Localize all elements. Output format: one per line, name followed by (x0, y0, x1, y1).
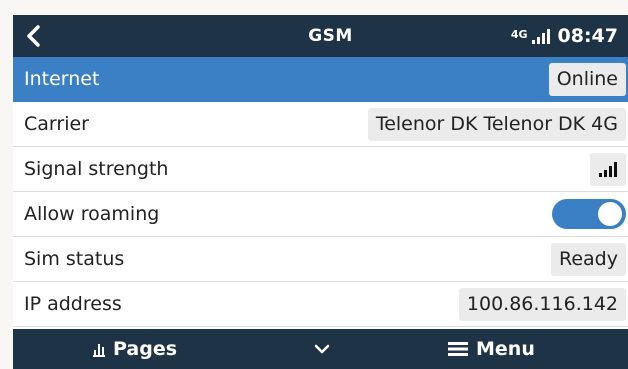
scroll-down-button[interactable] (313, 329, 331, 369)
row-label: Signal strength (24, 158, 169, 180)
device-screen: GSM 4G 08:47 Internet Online Carrier Tel… (13, 15, 628, 369)
row-allow-roaming[interactable]: Allow roaming (13, 192, 628, 237)
chevron-down-icon (314, 344, 330, 354)
signal-bars-icon (531, 28, 550, 44)
row-sim-status[interactable]: Sim status Ready (13, 237, 628, 282)
network-status: 4G 08:47 (511, 15, 618, 57)
status-bar: GSM 4G 08:47 (13, 15, 628, 57)
row-signal-strength[interactable]: Signal strength (13, 147, 628, 192)
row-value: Ready (551, 242, 626, 276)
bottom-bar: Pages Menu (13, 329, 628, 369)
row-carrier[interactable]: Carrier Telenor DK Telenor DK 4G (13, 102, 628, 147)
row-label: Internet (24, 68, 100, 90)
pages-label: Pages (113, 338, 178, 360)
row-ip-address[interactable]: IP address 100.86.116.142 (13, 282, 628, 327)
network-type: 4G (510, 27, 528, 41)
row-internet[interactable]: Internet Online (13, 57, 628, 102)
row-value: 100.86.116.142 (458, 287, 626, 321)
row-label: Carrier (24, 113, 89, 135)
row-value: Telenor DK Telenor DK 4G (367, 107, 626, 141)
menu-label: Menu (476, 338, 535, 360)
hamburger-icon (448, 342, 468, 356)
row-label: Allow roaming (24, 203, 160, 225)
signal-strength-icon (599, 161, 617, 177)
settings-list: Internet Online Carrier Telenor DK Telen… (13, 57, 628, 327)
roaming-toggle[interactable] (552, 199, 626, 229)
pages-button[interactable]: Pages (93, 329, 177, 369)
pages-icon (93, 341, 105, 357)
row-value: Online (548, 62, 626, 96)
row-label: Sim status (24, 248, 125, 270)
toggle-knob (598, 202, 622, 226)
signal-strength-value (590, 152, 626, 186)
row-label: IP address (24, 293, 122, 315)
menu-button[interactable]: Menu (448, 329, 535, 369)
clock: 08:47 (557, 25, 618, 47)
